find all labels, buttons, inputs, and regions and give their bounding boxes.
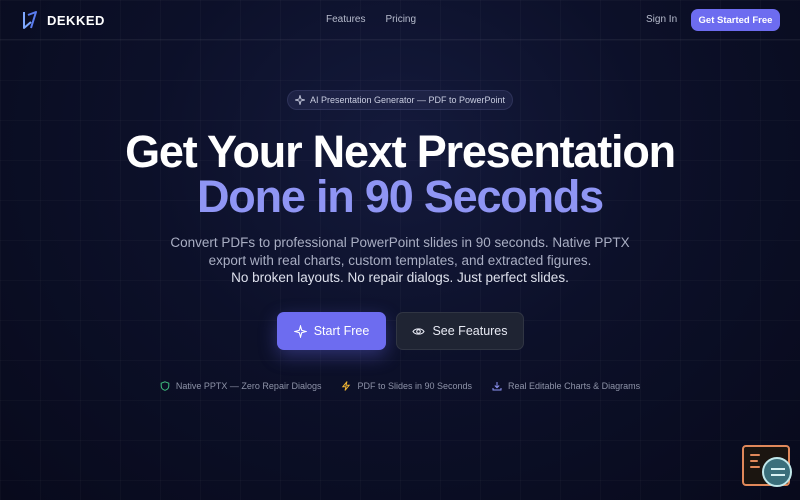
hero-badge: AI Presentation Generator — PDF to Power… [287, 90, 513, 110]
sign-in-link[interactable]: Sign In [646, 14, 677, 25]
logo-mark-icon [23, 11, 37, 29]
feature-label: Native PPTX — Zero Repair Dialogs [175, 381, 322, 391]
hero-subtitle: Convert PDFs to professional PowerPoint … [170, 235, 630, 268]
chat-widget-button[interactable] [742, 445, 792, 487]
hero-title-line1: Get Your Next Presentation [125, 126, 676, 177]
see-features-button[interactable]: See Features [396, 312, 524, 350]
widget-line [750, 460, 758, 462]
hero-title-line2: Done in 90 Seconds [196, 171, 604, 222]
shield-icon [160, 381, 170, 391]
download-icon [492, 382, 502, 391]
top-nav: DEKKED Features Pricing Sign In Get Star… [0, 0, 800, 40]
sparkles-icon [294, 95, 305, 105]
feature-label: PDF to Slides in 90 Seconds [357, 381, 473, 391]
lightning-icon [342, 381, 351, 391]
brand-name: DEKKED [47, 12, 105, 28]
start-free-label: Start Free [313, 324, 370, 338]
nav-link-features[interactable]: Features [326, 14, 365, 25]
start-free-button[interactable]: Start Free [277, 312, 386, 350]
get-started-button[interactable]: Get Started Free [691, 9, 780, 31]
bubble-line [771, 468, 785, 470]
hero-tagline: No broken layouts. No repair dialogs. Ju… [231, 270, 569, 285]
widget-line [750, 454, 760, 456]
feature-item: PDF to Slides in 90 Seconds [341, 381, 472, 391]
see-features-label: See Features [432, 324, 508, 338]
feature-item: Real Editable Charts & Diagrams [492, 381, 640, 391]
feature-label: Real Editable Charts & Diagrams [508, 381, 641, 391]
badge-text: AI Presentation Generator — PDF to Power… [309, 95, 506, 105]
nav-links: Features Pricing [326, 14, 416, 25]
nav-link-pricing[interactable]: Pricing [385, 14, 416, 25]
eye-icon [412, 327, 426, 335]
feature-item: Native PPTX — Zero Repair Dialogs [160, 381, 322, 391]
widget-line [750, 466, 760, 468]
bubble-line [771, 474, 785, 476]
sparkles-icon [293, 324, 307, 338]
logo[interactable]: DEKKED [22, 10, 105, 30]
feature-highlights: Native PPTX — Zero Repair Dialogs PDF to… [0, 381, 800, 391]
chat-bubble-icon [762, 457, 792, 487]
